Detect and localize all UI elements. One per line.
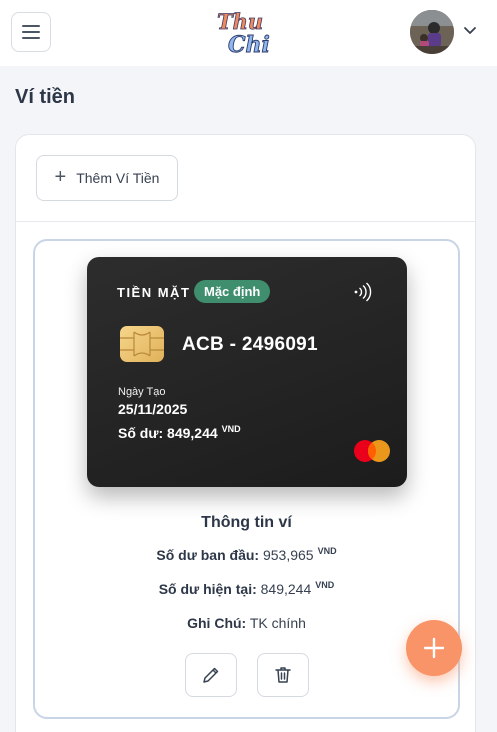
plus-icon: [423, 637, 445, 659]
plus-icon: +: [54, 166, 67, 188]
pencil-icon: [203, 667, 219, 683]
menu-icon: [22, 31, 40, 33]
initial-balance-value: 953,965: [262, 547, 314, 563]
logo-text-chi: Chi: [228, 32, 270, 57]
note-label: Ghi Chú:: [187, 615, 247, 631]
card-balance-label: Số dư:: [118, 425, 164, 441]
created-date-label: Ngày Tạo: [118, 386, 166, 398]
current-balance-currency: VND: [315, 580, 335, 590]
current-balance-value: 849,244: [260, 581, 312, 597]
initial-balance-label: Số dư ban đầu:: [156, 547, 260, 563]
card-currency: VND: [221, 424, 241, 434]
menu-icon: [22, 25, 40, 27]
logo-text-thu: Thu: [217, 9, 263, 34]
page-title: Ví tiền: [15, 86, 76, 108]
floating-add-button[interactable]: [406, 620, 462, 676]
menu-button[interactable]: [11, 12, 51, 52]
default-badge: Mặc định: [194, 280, 271, 303]
avatar-image: [410, 10, 454, 54]
wallet-info-title: Thông tin ví: [201, 514, 292, 531]
wallet-card[interactable]: TIỀN MẶT Mặc định ACB - 2496091 Ngày Tạo…: [87, 257, 407, 487]
note-value: TK chính: [249, 615, 306, 631]
app-logo[interactable]: Thu Chi: [213, 7, 277, 57]
chip-icon: [120, 326, 164, 362]
created-date: 25/11/2025: [118, 401, 188, 417]
avatar[interactable]: [410, 10, 454, 54]
top-bar: Thu Chi: [0, 0, 497, 66]
wallet-name: ACB - 2496091: [182, 334, 318, 355]
note-row: Ghi Chú: TK chính: [35, 615, 458, 631]
card-balance: Số dư: 849,244 VND: [118, 424, 241, 441]
delete-wallet-button[interactable]: [257, 653, 309, 697]
mastercard-icon: [354, 440, 390, 462]
current-balance-row: Số dư hiện tại: 849,244 VND: [35, 580, 458, 597]
card-balance-value: 849,244: [167, 425, 218, 441]
card-type-label: TIỀN MẶT: [117, 285, 191, 300]
initial-balance-currency: VND: [317, 546, 337, 556]
wallet-item: TIỀN MẶT Mặc định ACB - 2496091 Ngày Tạo…: [33, 239, 460, 719]
initial-balance-row: Số dư ban đầu: 953,965 VND: [35, 546, 458, 563]
trash-icon: [275, 667, 291, 683]
edit-wallet-button[interactable]: [185, 653, 237, 697]
add-wallet-label: Thêm Ví Tiền: [76, 170, 160, 186]
nfc-icon: [354, 282, 372, 302]
add-wallet-button[interactable]: + Thêm Ví Tiền: [36, 155, 178, 201]
divider: [16, 221, 475, 222]
current-balance-label: Số dư hiện tại:: [158, 581, 257, 597]
chevron-down-icon[interactable]: [463, 26, 477, 36]
menu-icon: [22, 37, 40, 39]
